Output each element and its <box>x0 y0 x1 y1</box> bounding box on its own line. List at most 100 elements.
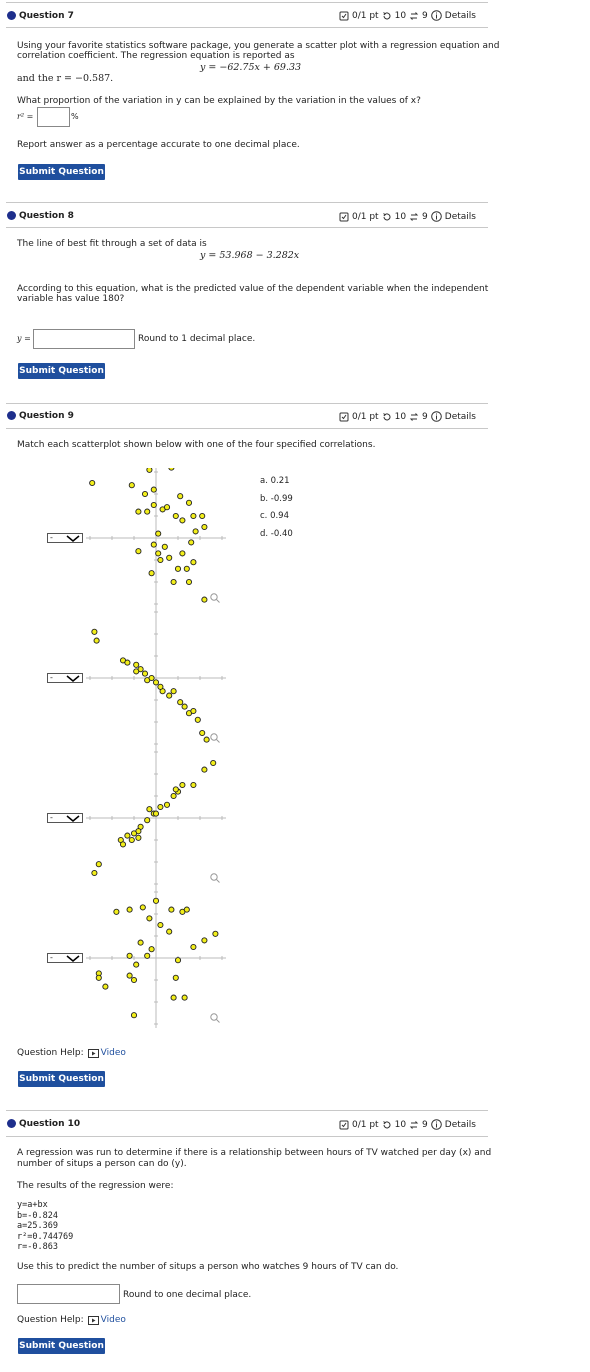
scatter-point <box>190 559 197 566</box>
scatter-point <box>199 729 206 737</box>
details-link[interactable]: Details <box>445 412 476 422</box>
scatter-point <box>157 921 164 929</box>
scatter-point <box>141 670 149 677</box>
magnify-icon[interactable] <box>210 593 220 603</box>
scatter-point <box>126 972 133 979</box>
scatter-point <box>148 570 155 577</box>
scatter-point <box>124 659 131 666</box>
submit-question-button[interactable]: Submit Question <box>18 363 105 379</box>
scatter-point <box>93 637 100 644</box>
regression-line: r²=0.744769 <box>17 1231 74 1242</box>
question-title: Question 7 <box>19 11 74 21</box>
r-squared-input[interactable] <box>37 107 70 127</box>
scatter-point <box>168 906 175 913</box>
scatter-point <box>170 578 177 586</box>
scatter-point <box>170 994 177 1001</box>
retry-icon <box>382 212 391 220</box>
scatter-point <box>163 504 171 511</box>
scatter-point <box>146 915 153 922</box>
regression-line: y=a+bx <box>17 1200 48 1210</box>
scatter-point <box>172 512 179 520</box>
question-title: Question 9 <box>19 411 74 421</box>
score: 0/1 pt <box>352 10 379 21</box>
correlation-select-3[interactable]: - <box>47 813 83 823</box>
magnify-icon[interactable] <box>210 873 220 883</box>
question-indicator <box>7 1119 16 1128</box>
scatter-point <box>183 906 190 913</box>
question-title: Question 8 <box>19 211 74 221</box>
details-link[interactable]: Details <box>445 1120 476 1130</box>
scatter-point <box>174 565 182 572</box>
score: 0/1 pt <box>352 211 379 222</box>
scatter-point <box>146 468 153 473</box>
video-link[interactable]: Video <box>87 1315 126 1325</box>
attempts: 9 <box>422 411 428 422</box>
submit-question-button[interactable]: Submit Question <box>18 1338 105 1354</box>
question-help: Question Help: Video <box>17 1048 126 1058</box>
magnify-icon[interactable] <box>210 1013 220 1023</box>
regression-line: a=25.369 <box>17 1221 58 1231</box>
retry-icon <box>382 412 391 420</box>
scatter-point <box>190 781 197 789</box>
q8-input-label: y = <box>17 334 31 343</box>
magnify-icon[interactable] <box>210 733 220 743</box>
scatter-point <box>166 554 173 561</box>
scatter-point <box>170 688 177 695</box>
question-help: Question Help: Video <box>17 1315 126 1325</box>
scatter-point <box>128 836 135 844</box>
select-value: - <box>50 533 53 542</box>
scatter-point <box>150 541 157 548</box>
submit-question-button[interactable]: Submit Question <box>18 1071 105 1087</box>
retry-icon <box>382 1120 391 1128</box>
correlation-select-2[interactable]: - <box>47 673 83 683</box>
q8-equation: y = 53.968 − 3.282x <box>200 250 300 261</box>
submit-question-button[interactable]: Submit Question <box>18 164 105 180</box>
regression-line: b=-0.824 <box>17 1210 58 1221</box>
scatter-point <box>126 952 133 959</box>
scatterplot-1 <box>86 468 226 608</box>
retries: 10 <box>394 1119 407 1130</box>
scatter-point <box>95 974 102 981</box>
scatter-point <box>181 994 188 1001</box>
percent-unit: % <box>71 112 79 121</box>
scatter-point <box>144 817 151 824</box>
chevron-down-icon <box>66 675 80 682</box>
scatterplot-2 <box>86 608 226 748</box>
scatter-point <box>166 928 173 935</box>
checkbox-icon <box>339 212 349 221</box>
correlation-select-4[interactable]: - <box>47 953 83 963</box>
scatter-point <box>150 501 157 509</box>
q7-r-text: and the r = −0.587. <box>17 73 114 84</box>
score: 0/1 pt <box>352 1119 379 1130</box>
scatter-point <box>192 528 199 535</box>
scatter-point <box>113 908 120 915</box>
q7-text-1: Using your favorite statistics software … <box>17 41 500 51</box>
scatter-point <box>203 736 210 743</box>
scatter-point <box>119 841 127 848</box>
info-icon <box>430 211 442 222</box>
attempts-icon <box>409 212 419 221</box>
video-link[interactable]: Video <box>87 1048 126 1058</box>
q7-input-label: r² = <box>17 112 34 121</box>
scatter-point <box>170 792 177 800</box>
scatter-point <box>141 490 149 498</box>
scatter-point <box>201 523 208 531</box>
option-d: d. -0.40 <box>260 528 293 539</box>
correlation-select-1[interactable]: - <box>47 533 83 543</box>
scatter-point <box>190 943 197 951</box>
scatter-point <box>126 906 133 913</box>
details-link[interactable]: Details <box>445 11 476 21</box>
situps-input[interactable] <box>17 1284 120 1304</box>
details-link[interactable]: Details <box>445 212 476 222</box>
scatter-point <box>201 766 208 773</box>
score: 0/1 pt <box>352 411 379 422</box>
scatter-point <box>174 957 182 964</box>
scatter-point <box>130 1012 138 1019</box>
scatter-point <box>150 486 157 493</box>
scatter-point <box>155 550 162 557</box>
scatter-point <box>148 674 155 682</box>
chevron-down-icon <box>66 535 80 542</box>
select-value: - <box>50 953 53 962</box>
predicted-value-input[interactable] <box>33 329 135 349</box>
checkbox-icon <box>339 11 349 20</box>
